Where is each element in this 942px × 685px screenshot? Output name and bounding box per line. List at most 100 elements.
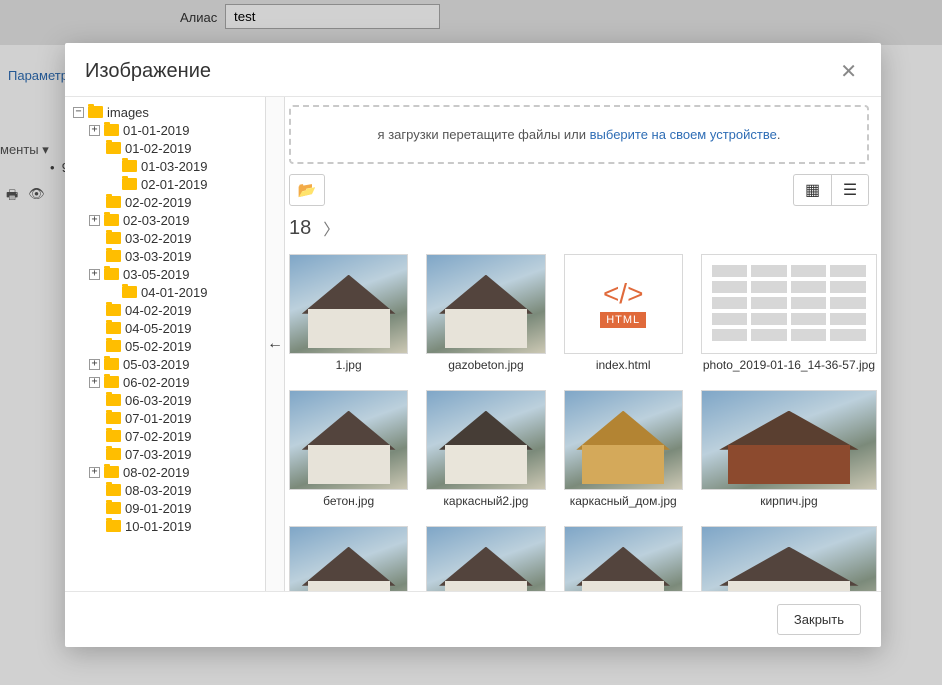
grid-view-button[interactable]: ▦	[793, 174, 831, 206]
breadcrumb-segment[interactable]: 18	[289, 217, 311, 240]
tree-item[interactable]: −images	[73, 103, 262, 121]
house-image	[565, 391, 682, 489]
list-view-button[interactable]: ☰	[831, 174, 869, 206]
house-image	[565, 527, 682, 591]
tree-item[interactable]: 05-02-2019	[73, 337, 262, 355]
expand-icon[interactable]: +	[89, 377, 100, 388]
tree-item[interactable]: 04-01-2019	[73, 283, 262, 301]
tree-item-label: 04-02-2019	[125, 303, 192, 318]
file-item[interactable]: кирпич.jpg	[701, 390, 877, 508]
tree-item-label: 08-02-2019	[123, 465, 190, 480]
file-name: бетон.jpg	[289, 490, 408, 508]
tree-item-label: 09-01-2019	[125, 501, 192, 516]
thumbnail: </>HTML	[564, 254, 683, 354]
house-image	[290, 255, 407, 353]
file-name: кирпич.jpg	[701, 490, 877, 508]
file-item[interactable]: photo_2019-01-16_14-36-57.jpg	[701, 254, 877, 372]
thumbnail	[701, 390, 877, 490]
tree-item-label: 07-02-2019	[125, 429, 192, 444]
folder-icon	[106, 484, 121, 496]
tree-item[interactable]: 04-02-2019	[73, 301, 262, 319]
file-name: index.html	[564, 354, 683, 372]
folder-icon	[106, 340, 121, 352]
file-name: photo_2019-01-16_14-36-57.jpg	[701, 354, 877, 372]
folder-icon	[106, 142, 121, 154]
tree-item[interactable]: 09-01-2019	[73, 499, 262, 517]
breadcrumb: 18 〉	[285, 210, 881, 242]
collapse-icon[interactable]: −	[73, 107, 84, 118]
tree-item[interactable]: 03-03-2019	[73, 247, 262, 265]
file-item[interactable]: каркасный_дом.jpg	[564, 390, 683, 508]
tree-item[interactable]: 07-01-2019	[73, 409, 262, 427]
tree-item[interactable]: 02-02-2019	[73, 193, 262, 211]
expand-icon[interactable]: +	[89, 467, 100, 478]
file-item[interactable]	[289, 526, 408, 591]
thumbnail	[426, 254, 545, 354]
tree-item[interactable]: 03-02-2019	[73, 229, 262, 247]
modal-body: −images+01-01-201901-02-2019 01-03-2019 02…	[65, 96, 881, 592]
thumbnail	[289, 390, 408, 490]
splitter[interactable]: ←	[265, 97, 285, 591]
thumbnail	[289, 526, 408, 591]
tree-item[interactable]: +05-03-2019	[73, 355, 262, 373]
folder-icon	[106, 430, 121, 442]
tree-item-label: 02-03-2019	[123, 213, 190, 228]
tree-item-label: 04-01-2019	[141, 285, 208, 300]
chevron-right-icon: 〉	[323, 216, 339, 240]
tree-item-label: 08-03-2019	[125, 483, 192, 498]
tree-item[interactable]: 07-03-2019	[73, 445, 262, 463]
expand-icon[interactable]: +	[89, 269, 100, 280]
grid-icon: ▦	[805, 180, 820, 200]
file-item[interactable]: каркасный2.jpg	[426, 390, 545, 508]
folder-icon	[106, 304, 121, 316]
file-item[interactable]: </>HTMLindex.html	[564, 254, 683, 372]
tree-item-label: 01-03-2019	[141, 159, 208, 174]
house-image	[427, 391, 544, 489]
tree-item[interactable]: 04-05-2019	[73, 319, 262, 337]
dropzone-text: я загрузки перетащите файлы или	[378, 127, 590, 142]
file-name: 1.jpg	[289, 354, 408, 372]
tree-item[interactable]: +06-02-2019	[73, 373, 262, 391]
expand-icon[interactable]: +	[89, 125, 100, 136]
tree-item[interactable]: +01-01-2019	[73, 121, 262, 139]
tree-item[interactable]: 08-03-2019	[73, 481, 262, 499]
folder-icon	[122, 178, 137, 190]
image-browser-modal: Изображение ✕ −images+01-01-201901-02-20…	[65, 43, 881, 647]
file-item[interactable]	[426, 526, 545, 591]
file-item[interactable]: 1.jpg	[289, 254, 408, 372]
dropzone-link[interactable]: выберите на своем устройстве	[590, 127, 777, 142]
thumbnail	[701, 526, 877, 591]
tree-item[interactable]: +02-03-2019	[73, 211, 262, 229]
tree-item[interactable]: 02-01-2019	[73, 175, 262, 193]
open-folder-button[interactable]: 📂	[289, 174, 325, 206]
tree-item[interactable]: 01-02-2019	[73, 139, 262, 157]
folder-tree[interactable]: −images+01-01-201901-02-2019 01-03-2019 02…	[65, 97, 265, 591]
file-item[interactable]: бетон.jpg	[289, 390, 408, 508]
file-item[interactable]	[564, 526, 683, 591]
tree-item[interactable]: 10-01-2019	[73, 517, 262, 535]
tree-item[interactable]: 06-03-2019	[73, 391, 262, 409]
tree-item-label: 06-02-2019	[123, 375, 190, 390]
tree-item[interactable]: 01-03-2019	[73, 157, 262, 175]
file-item[interactable]: gazobeton.jpg	[426, 254, 545, 372]
folder-icon	[106, 232, 121, 244]
expand-icon[interactable]: +	[89, 359, 100, 370]
collapse-arrow-icon[interactable]: ←	[267, 335, 283, 353]
modal-title: Изображение	[85, 60, 211, 83]
file-item[interactable]	[701, 526, 877, 591]
tree-item[interactable]: +08-02-2019	[73, 463, 262, 481]
tree-item-label: 03-05-2019	[123, 267, 190, 282]
tree-item[interactable]: +03-05-2019	[73, 265, 262, 283]
tree-item-label: 02-01-2019	[141, 177, 208, 192]
thumbnail	[426, 526, 545, 591]
thumbnail	[289, 254, 408, 354]
file-grid-scroll[interactable]: 1.jpg gazobeton.jpg</>HTMLindex.html photo…	[285, 242, 881, 591]
folder-icon	[122, 160, 137, 172]
close-button[interactable]: Закрыть	[777, 604, 861, 635]
tree-item-label: 07-03-2019	[125, 447, 192, 462]
expand-icon[interactable]: +	[89, 215, 100, 226]
close-icon[interactable]: ✕	[836, 59, 861, 84]
house-image	[702, 391, 876, 489]
dropzone[interactable]: я загрузки перетащите файлы или выберите…	[289, 105, 869, 164]
tree-item[interactable]: 07-02-2019	[73, 427, 262, 445]
